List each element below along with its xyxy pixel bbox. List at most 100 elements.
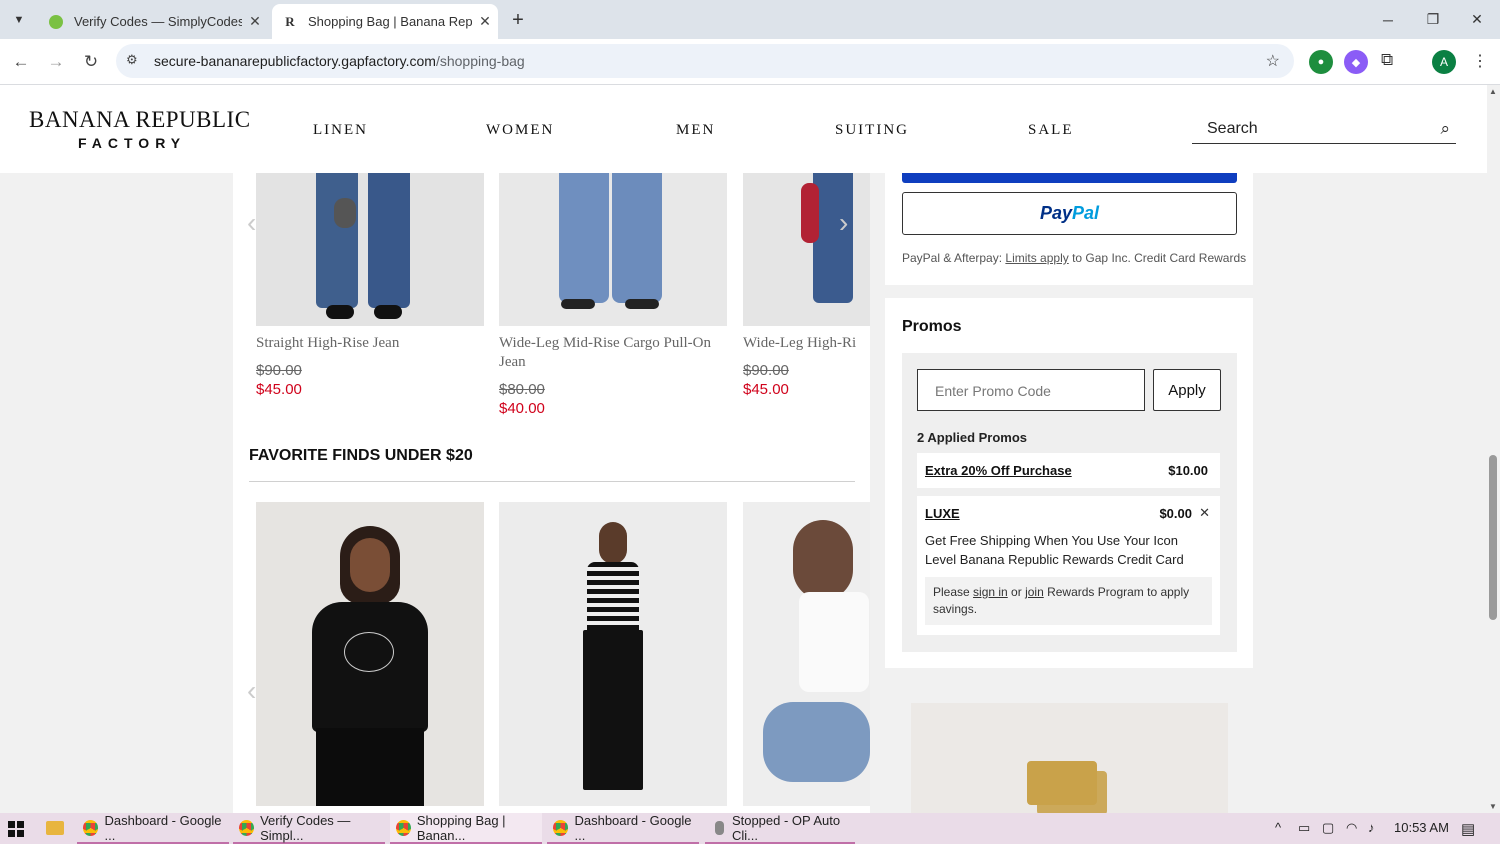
extension-green-icon[interactable]: ● [1309, 50, 1333, 74]
logo-text-top[interactable]: BANANA REPUBLIC [29, 107, 251, 133]
product-old-price: $90.00 [256, 362, 302, 379]
forward-arrow-icon: → [47, 52, 65, 71]
section-title: FAVORITE FINDS UNDER $20 [249, 447, 473, 464]
apply-promo-button[interactable]: Apply [1153, 369, 1221, 411]
browser-menu-icon[interactable]: ⋮ [1472, 51, 1488, 71]
close-window-button[interactable]: ✕ [1454, 0, 1500, 39]
paypal-button[interactable]: Pay Pal [902, 192, 1237, 235]
promo-code-input[interactable]: Enter Promo Code [917, 369, 1145, 411]
extensions-puzzle-icon[interactable]: ⧉ [1381, 50, 1393, 70]
profile-avatar[interactable]: A [1432, 50, 1456, 74]
page-scrollbar[interactable]: ▲ ▼ [1487, 85, 1500, 813]
promo-item: Extra 20% Off Purchase $10.00 [917, 453, 1220, 488]
carousel-prev-icon[interactable]: ‹ [247, 675, 256, 707]
extension-purple-icon[interactable]: ◆ [1344, 50, 1368, 74]
volume-icon[interactable]: ♪ [1368, 820, 1375, 835]
applied-promos-count: 2 Applied Promos [917, 430, 1028, 445]
back-arrow-icon: ← [12, 52, 30, 71]
taskbar-item[interactable]: Dashboard - Google ... [77, 813, 229, 844]
credit-card-image [1037, 771, 1107, 815]
address-bar[interactable]: ⚙ secure-bananarepublicfactory.gapfactor… [116, 44, 1294, 78]
product-image[interactable] [743, 502, 870, 806]
tray-chevron-icon[interactable]: ^ [1275, 820, 1281, 835]
remove-promo-icon[interactable]: ✕ [1199, 505, 1210, 521]
tab-verify-codes[interactable]: Verify Codes — SimplyCodes ✕ [38, 4, 268, 39]
file-explorer-icon[interactable] [46, 821, 64, 835]
promo-name[interactable]: Extra 20% Off Purchase [925, 463, 1072, 478]
close-tab-icon[interactable]: ✕ [472, 13, 498, 30]
mouse-icon [715, 820, 724, 835]
scroll-up-icon[interactable]: ▲ [1489, 87, 1497, 96]
product-image[interactable] [256, 502, 484, 806]
url-path: /shopping-bag [435, 53, 525, 69]
checkout-button[interactable] [902, 173, 1237, 183]
credit-card-promo-image[interactable] [911, 703, 1228, 823]
product-image[interactable] [499, 173, 727, 326]
minimize-button[interactable]: ─ [1365, 0, 1411, 39]
notifications-icon[interactable]: ▤ [1461, 820, 1475, 838]
payment-options: Pay Pal PayPal & Afterpay: Limits apply t… [885, 173, 1253, 285]
tab-strip: ▼ Verify Codes — SimplyCodes ✕ R Shoppin… [0, 0, 1500, 39]
banana-republic-favicon-icon: R [285, 13, 295, 29]
tab-shopping-bag[interactable]: R Shopping Bag | Banana Republi ✕ [272, 4, 498, 39]
promo-item: LUXE $0.00 ✕ Get Free Shipping When You … [917, 496, 1220, 635]
restore-button[interactable]: ❐ [1410, 0, 1456, 39]
bookmark-star-icon[interactable]: ☆ [1266, 51, 1280, 71]
taskbar-item[interactable]: Verify Codes — Simpl... [233, 813, 385, 844]
windows-start-icon[interactable] [8, 821, 24, 837]
taskbar: Dashboard - Google ... Verify Codes — Si… [0, 813, 1500, 844]
section-divider [249, 481, 855, 482]
promo-amount: $10.00 [1168, 463, 1208, 478]
nav-men[interactable]: MEN [676, 122, 715, 139]
clock-time[interactable]: 10:53 AM [1394, 820, 1449, 835]
taskbar-item[interactable]: Shopping Bag | Banan... [390, 813, 542, 844]
nav-linen[interactable]: LINEN [313, 122, 368, 139]
nav-suiting[interactable]: SUITING [835, 122, 909, 139]
product-title[interactable]: Straight High-Rise Jean [256, 334, 484, 353]
product-image[interactable] [499, 502, 727, 806]
taskbar-item[interactable]: Dashboard - Google ... [547, 813, 699, 844]
product-image[interactable] [256, 173, 484, 326]
promo-name[interactable]: LUXE [925, 506, 960, 521]
sign-in-link[interactable]: sign in [973, 585, 1008, 599]
display-icon[interactable]: ▢ [1322, 820, 1334, 836]
product-old-price: $90.00 [743, 362, 789, 379]
product-title[interactable]: Wide-Leg High-Ri [743, 334, 870, 353]
new-tab-button[interactable]: + [505, 7, 531, 33]
search-input[interactable]: Search ⌕ [1192, 113, 1456, 144]
join-link[interactable]: join [1025, 585, 1044, 599]
paypal-logo-b: Pal [1072, 203, 1100, 223]
back-button[interactable]: ← [6, 47, 36, 77]
order-summary-column: Pay Pal PayPal & Afterpay: Limits apply t… [885, 173, 1253, 823]
promos-title: Promos [902, 318, 962, 335]
promo-amount: $0.00 [1159, 506, 1192, 521]
chrome-icon [239, 819, 255, 836]
wifi-icon[interactable]: ◠ [1346, 820, 1357, 836]
reload-button[interactable]: ↻ [76, 47, 106, 77]
logo-text-bottom[interactable]: FACTORY [78, 135, 186, 151]
paypal-logo-a: Pay [1039, 203, 1072, 223]
chevron-down-icon: ▼ [13, 14, 25, 26]
carousel-next-icon[interactable]: › [839, 207, 848, 239]
close-icon: ✕ [1471, 11, 1483, 27]
carousel-prev-icon[interactable]: ‹ [247, 207, 256, 239]
simplycodes-icon [48, 14, 64, 30]
nav-women[interactable]: WOMEN [486, 122, 554, 139]
limits-apply-link[interactable]: Limits apply [1005, 251, 1068, 265]
forward-button[interactable]: → [41, 47, 71, 77]
nav-sale[interactable]: SALE [1028, 122, 1074, 139]
url-text[interactable]: secure-bananarepublicfactory.gapfactory.… [154, 53, 525, 69]
product-image[interactable] [743, 173, 870, 326]
url-domain: secure-bananarepublicfactory.gapfactory.… [154, 53, 436, 69]
search-icon[interactable]: ⌕ [1440, 119, 1450, 139]
taskbar-item[interactable]: Stopped - OP Auto Cli... [705, 813, 855, 844]
tab-title: Verify Codes — SimplyCodes [74, 14, 242, 29]
scrollbar-thumb[interactable] [1489, 455, 1497, 620]
site-info-icon[interactable]: ⚙ [126, 52, 138, 68]
tab-search-button[interactable]: ▼ [6, 7, 32, 33]
battery-icon[interactable]: ▭ [1298, 820, 1310, 836]
promos-panel: Promos Enter Promo Code Apply 2 Applied … [885, 298, 1253, 668]
close-tab-icon[interactable]: ✕ [242, 13, 268, 30]
scroll-down-icon[interactable]: ▼ [1489, 802, 1497, 811]
product-title[interactable]: Wide-Leg Mid-Rise Cargo Pull-On Jean [499, 334, 727, 372]
